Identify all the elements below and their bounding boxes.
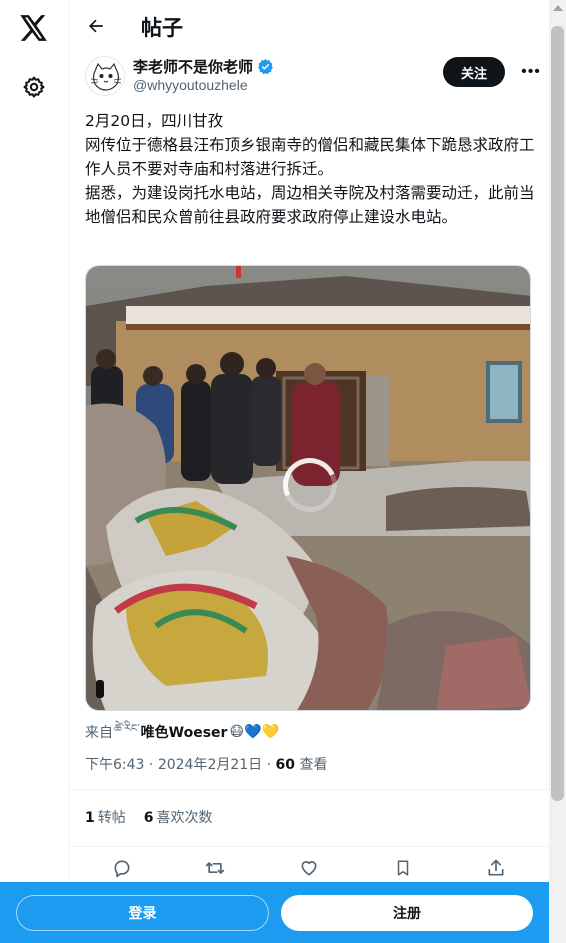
retweets-label: 转帖 [97, 810, 126, 826]
reply-icon[interactable] [107, 853, 137, 883]
tweet-author: 李老师不是你老师 @whyyoutouzhele 关注 ••• [85, 56, 540, 100]
verified-badge-icon [257, 58, 274, 75]
likes-label: 喜欢次数 [156, 810, 213, 826]
bookmark-icon[interactable] [388, 853, 418, 883]
tweet-date[interactable]: 2024年2月21日 [158, 757, 262, 773]
main-column: 帖子 李老师不是你老师 @whyyoutouzhele 关注 ••• 2月20日… [69, 0, 549, 943]
tweet-line: 2月20日，四川甘孜 [85, 112, 224, 130]
scrollbar[interactable] [549, 0, 566, 943]
retweets-stat[interactable]: 1 转帖 [85, 807, 126, 827]
page-title: 帖子 [141, 16, 183, 40]
likes-stat[interactable]: 6 喜欢次数 [144, 807, 213, 827]
meta-separator: · [266, 757, 272, 773]
heart-icon[interactable] [294, 853, 324, 883]
divider [69, 789, 549, 790]
bottom-auth-bar: 登录 注册 [0, 882, 549, 943]
tweet-stats: 1 转帖 6 喜欢次数 [85, 807, 213, 827]
signup-button[interactable]: 注册 [281, 895, 533, 931]
author-handle[interactable]: @whyyoutouzhele [133, 77, 248, 93]
retweet-icon[interactable] [200, 853, 230, 883]
more-options-button[interactable]: ••• [519, 60, 543, 84]
page-header: 帖子 [69, 0, 549, 53]
left-nav-rail [0, 0, 69, 943]
login-button[interactable]: 登录 [16, 895, 269, 931]
share-icon[interactable] [481, 853, 511, 883]
views-count: 60 [275, 757, 296, 773]
tweet-line: 据悉，为建设岗托水电站，周边相关寺院及村落需要动迁，此前当地僧侣和民众曾前往县政… [85, 184, 535, 226]
media-control-indicator[interactable] [96, 680, 104, 698]
source-emojis: 😷💙💛 [229, 723, 279, 740]
likes-count: 6 [143, 810, 154, 826]
divider [69, 846, 549, 847]
source-prefix: 来自 [85, 724, 113, 741]
tweet-line: 网传位于德格县汪布顶乡银南寺的僧侣和藏民集体下跪恳求政府工作人员不要对寺庙和村落… [85, 136, 535, 178]
source-name[interactable]: 唯色Woeser [141, 722, 228, 742]
retweets-count: 1 [85, 810, 95, 826]
tweet-text: 2月20日，四川甘孜 网传位于德格县汪布顶乡银南寺的僧侣和藏民集体下跪恳求政府工… [85, 109, 535, 229]
avatar[interactable] [85, 56, 125, 96]
author-name-text[interactable]: 李老师不是你老师 [133, 56, 253, 77]
meta-separator: · [148, 757, 154, 773]
video-source: 来自 ཚེ་རིང་ 唯色Woeser 😷💙💛 [85, 716, 279, 747]
back-arrow-icon[interactable] [81, 11, 111, 41]
views-label: 查看 [299, 757, 328, 773]
gear-icon[interactable] [15, 68, 53, 106]
author-name[interactable]: 李老师不是你老师 [133, 56, 274, 77]
tweet-time[interactable]: 下午6:43 [85, 757, 144, 773]
source-tibetan-name[interactable]: ཚེ་རིང་ [114, 716, 140, 747]
tweet-meta: 下午6:43 · 2024年2月21日 · 60 查看 [85, 754, 327, 774]
follow-button[interactable]: 关注 [443, 57, 505, 87]
x-logo-icon[interactable] [15, 9, 53, 47]
scroll-up-arrow-icon[interactable] [553, 5, 563, 11]
tweet-video[interactable] [85, 265, 531, 711]
scroll-thumb[interactable] [551, 26, 564, 801]
